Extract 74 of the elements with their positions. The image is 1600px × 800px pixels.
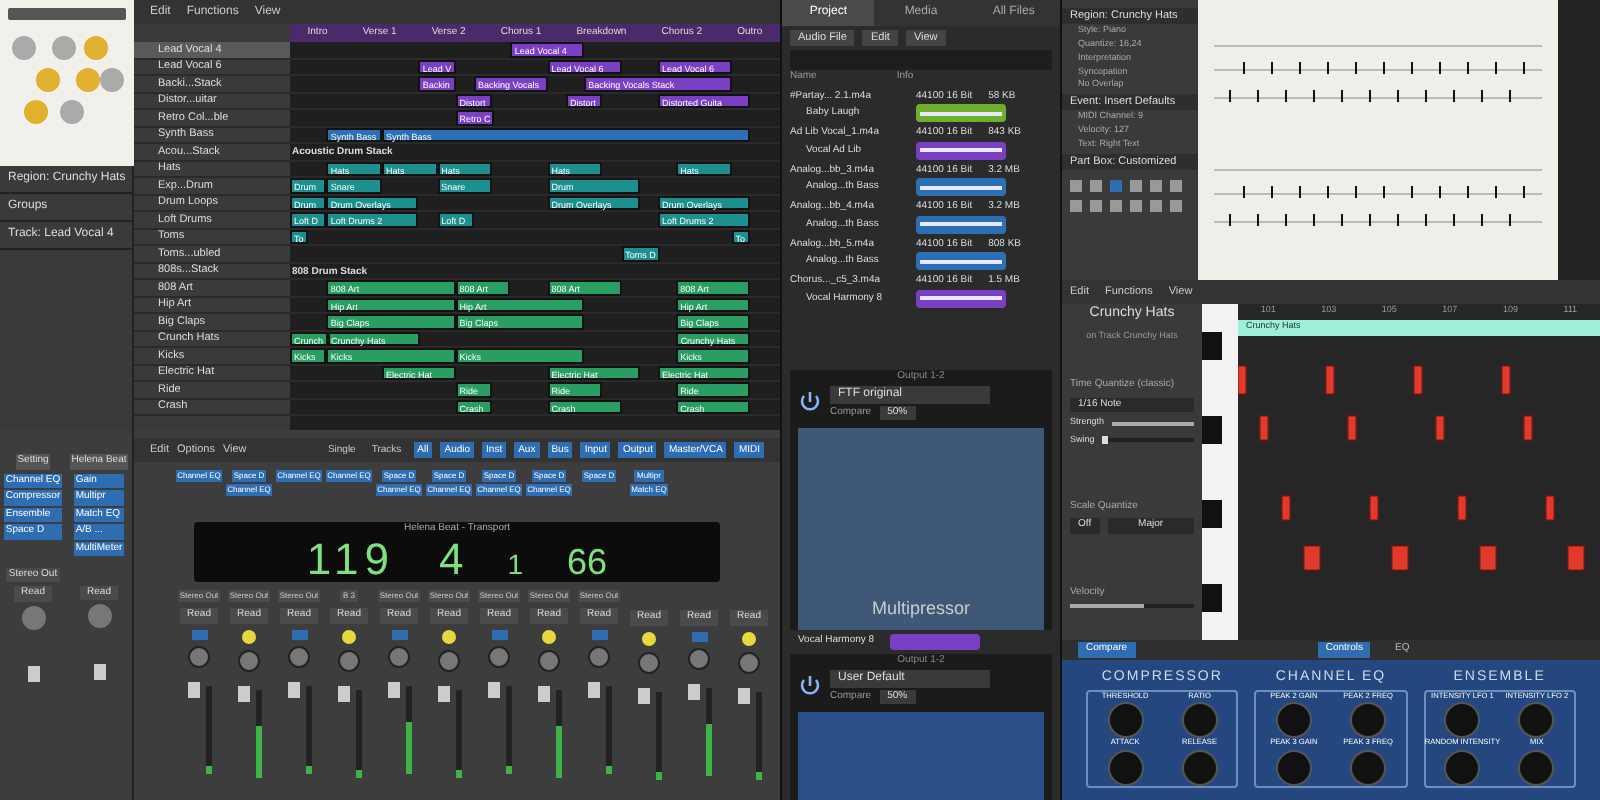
input-monitor-icon[interactable] (291, 629, 307, 639)
volume-fader[interactable] (637, 687, 649, 703)
rotary-knob[interactable] (1181, 702, 1218, 739)
rotary-knob[interactable] (1350, 702, 1387, 739)
rotary-knob[interactable] (1444, 749, 1481, 786)
waveform-thumbnail[interactable] (916, 252, 1006, 271)
beat-display: 4 (439, 537, 464, 581)
volume-fader[interactable] (687, 683, 699, 699)
division-display: 1 (507, 549, 524, 577)
input-monitor-icon[interactable] (642, 631, 656, 645)
pan-knob[interactable] (588, 645, 610, 667)
rotary-knob[interactable] (1275, 749, 1312, 786)
pan-knob[interactable] (388, 645, 410, 667)
symbol-palette-drawing (1070, 179, 1182, 212)
input-monitor-icon[interactable] (391, 629, 407, 639)
level-meter (705, 687, 711, 775)
volume-fader[interactable] (27, 665, 39, 681)
pan-knob[interactable] (288, 645, 310, 667)
volume-fader[interactable] (93, 664, 105, 680)
pan-knob[interactable] (87, 604, 111, 628)
pan-knob[interactable] (538, 649, 560, 671)
input-monitor-icon[interactable] (591, 629, 607, 639)
rotary-knob[interactable] (1518, 749, 1555, 786)
power-icon[interactable] (798, 674, 822, 699)
volume-fader[interactable] (587, 681, 599, 697)
rotary-knob[interactable] (1275, 702, 1312, 739)
waveform-thumbnail[interactable] (916, 141, 1006, 160)
pan-knob[interactable] (488, 645, 510, 667)
volume-fader[interactable] (237, 685, 249, 701)
rotary-knob[interactable] (1444, 702, 1481, 739)
input-monitor-icon[interactable] (191, 629, 207, 639)
waveform-thumbnail[interactable] (916, 104, 1006, 123)
rotary-knob[interactable] (1107, 702, 1144, 739)
waveform-thumbnail[interactable] (890, 634, 981, 650)
tick-display: 66 (567, 543, 608, 579)
swing-slider-thumb[interactable] (1102, 436, 1109, 445)
rotary-knob[interactable] (1350, 749, 1387, 786)
rotary-knob[interactable] (1518, 702, 1555, 739)
pan-knob[interactable] (438, 649, 460, 671)
input-monitor-icon[interactable] (491, 629, 507, 639)
volume-fader[interactable] (487, 681, 499, 697)
volume-fader[interactable] (537, 685, 549, 701)
input-monitor-icon[interactable] (542, 629, 556, 643)
level-meter (555, 689, 561, 777)
pan-knob[interactable] (688, 647, 710, 669)
velocity-slider-fill[interactable] (1070, 604, 1145, 609)
volume-fader[interactable] (737, 687, 749, 703)
input-monitor-icon[interactable] (242, 629, 256, 643)
pan-knob[interactable] (638, 651, 660, 673)
volume-fader[interactable] (287, 681, 299, 697)
input-monitor-icon[interactable] (342, 629, 356, 643)
rotary-knob[interactable] (1181, 749, 1218, 786)
power-icon[interactable] (798, 390, 822, 415)
strength-slider-fill[interactable] (1112, 421, 1194, 426)
rotary-knob[interactable] (1107, 749, 1144, 786)
waveform-thumbnail[interactable] (916, 178, 1006, 197)
volume-fader[interactable] (187, 681, 199, 697)
pan-knob[interactable] (738, 651, 760, 673)
volume-fader[interactable] (337, 685, 349, 701)
input-monitor-icon[interactable] (691, 631, 707, 641)
plugin-name: Multipressor (871, 595, 970, 622)
waveform-thumbnail[interactable] (916, 215, 1006, 234)
level-meter (255, 689, 261, 777)
pan-knob[interactable] (21, 605, 45, 629)
level-meter (405, 685, 411, 773)
pan-knob[interactable] (338, 649, 360, 671)
bar-display: 119 (306, 537, 395, 581)
input-monitor-icon[interactable] (742, 631, 756, 645)
volume-fader[interactable] (387, 681, 399, 697)
input-monitor-icon[interactable] (442, 629, 456, 643)
pan-knob[interactable] (238, 649, 260, 671)
pan-knob[interactable] (188, 645, 210, 667)
volume-fader[interactable] (437, 685, 449, 701)
waveform-thumbnail[interactable] (916, 289, 1006, 308)
